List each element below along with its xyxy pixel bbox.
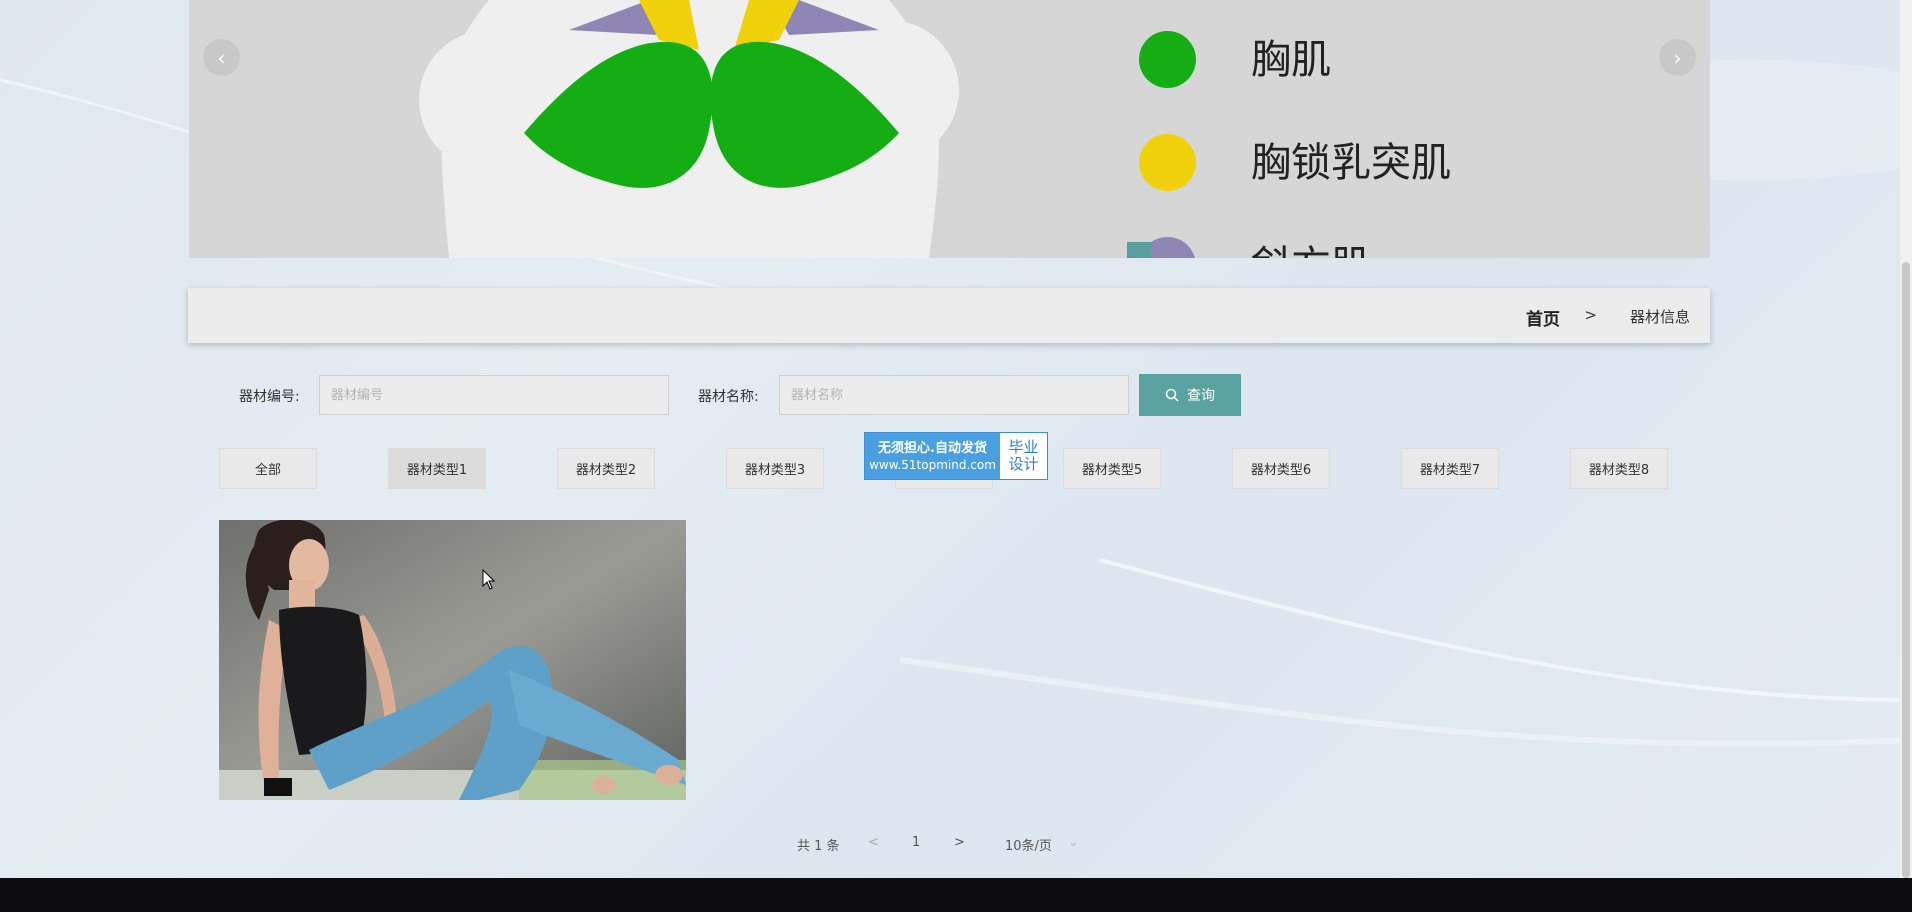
breadcrumb: 首页 > 器材信息 (188, 288, 1710, 343)
legend-item-sternocleidomastoid: 胸锁乳突肌 (1139, 134, 1451, 191)
watermark-slogan: 无须担心.自动发货 (878, 440, 987, 456)
tab-type-1[interactable]: 器材类型1 (388, 448, 486, 489)
chevron-right-icon: › (1673, 45, 1682, 70)
tab-type-2[interactable]: 器材类型2 (557, 448, 655, 489)
breadcrumb-current: 器材信息 (1629, 308, 1690, 326)
watermark-url: www.51topmind.com (869, 457, 996, 472)
tab-type-6[interactable]: 器材类型6 (1232, 448, 1330, 489)
breadcrumb-home-link[interactable]: 首页 (1526, 305, 1560, 330)
carousel-next-button[interactable]: › (1659, 39, 1696, 76)
legend-item-trapezius: 斜方肌 (1139, 237, 1371, 258)
legend-label: 胸肌 (1251, 36, 1331, 83)
search-button-label: 查询 (1187, 387, 1215, 403)
search-icon (1165, 388, 1179, 402)
equipment-code-input[interactable] (319, 375, 669, 415)
tab-all[interactable]: 全部 (219, 448, 317, 489)
tab-type-7[interactable]: 器材类型7 (1401, 448, 1499, 489)
equipment-code-label: 器材编号: (239, 389, 300, 405)
equipment-card[interactable] (219, 520, 686, 800)
pagination-total: 共 1 条 (797, 839, 840, 854)
banner-carousel[interactable]: 胸肌 胸锁乳突肌 斜方肌 ‹ › (189, 0, 1710, 258)
chevron-left-icon: ‹ (217, 45, 226, 70)
legend-dot-green (1139, 31, 1196, 88)
legend-dot-yellow (1139, 134, 1196, 191)
equipment-name-label: 器材名称: (698, 389, 759, 405)
watermark-text-1: 毕业 (1008, 438, 1039, 456)
muscle-diagram-image (419, 0, 959, 258)
tab-type-3[interactable]: 器材类型3 (726, 448, 824, 489)
page-footer (0, 878, 1912, 912)
pagination-page-size-select[interactable]: 10条/页 (1005, 835, 1052, 854)
watermark-text-2: 设计 (1008, 455, 1039, 473)
pagination-prev-button[interactable]: < (868, 835, 879, 850)
pagination-next-button[interactable]: > (954, 835, 965, 850)
watermark-badge: 无须担心.自动发货 www.51topmind.com 毕业 设计 (864, 432, 1048, 480)
equipment-photo (219, 520, 686, 800)
carousel-prev-button[interactable]: ‹ (203, 39, 240, 76)
pagination-page-1[interactable]: 1 (912, 835, 920, 850)
carousel-indicator[interactable] (1127, 242, 1151, 258)
tab-type-8[interactable]: 器材类型8 (1570, 448, 1668, 489)
mouse-cursor-icon (482, 569, 496, 590)
tab-type-5[interactable]: 器材类型5 (1063, 448, 1161, 489)
chevron-down-icon[interactable]: ⌄ (1068, 835, 1079, 850)
legend-item-chest: 胸肌 (1139, 31, 1331, 88)
legend-label: 胸锁乳突肌 (1251, 139, 1451, 186)
scrollbar-thumb[interactable] (1902, 262, 1910, 878)
legend-label: 斜方肌 (1251, 246, 1371, 259)
breadcrumb-separator: > (1584, 306, 1597, 324)
equipment-name-input[interactable] (779, 375, 1129, 415)
watermark-left: 无须担心.自动发货 www.51topmind.com (865, 433, 1000, 479)
watermark-right: 毕业 设计 (1000, 433, 1047, 479)
search-button[interactable]: 查询 (1139, 374, 1241, 416)
